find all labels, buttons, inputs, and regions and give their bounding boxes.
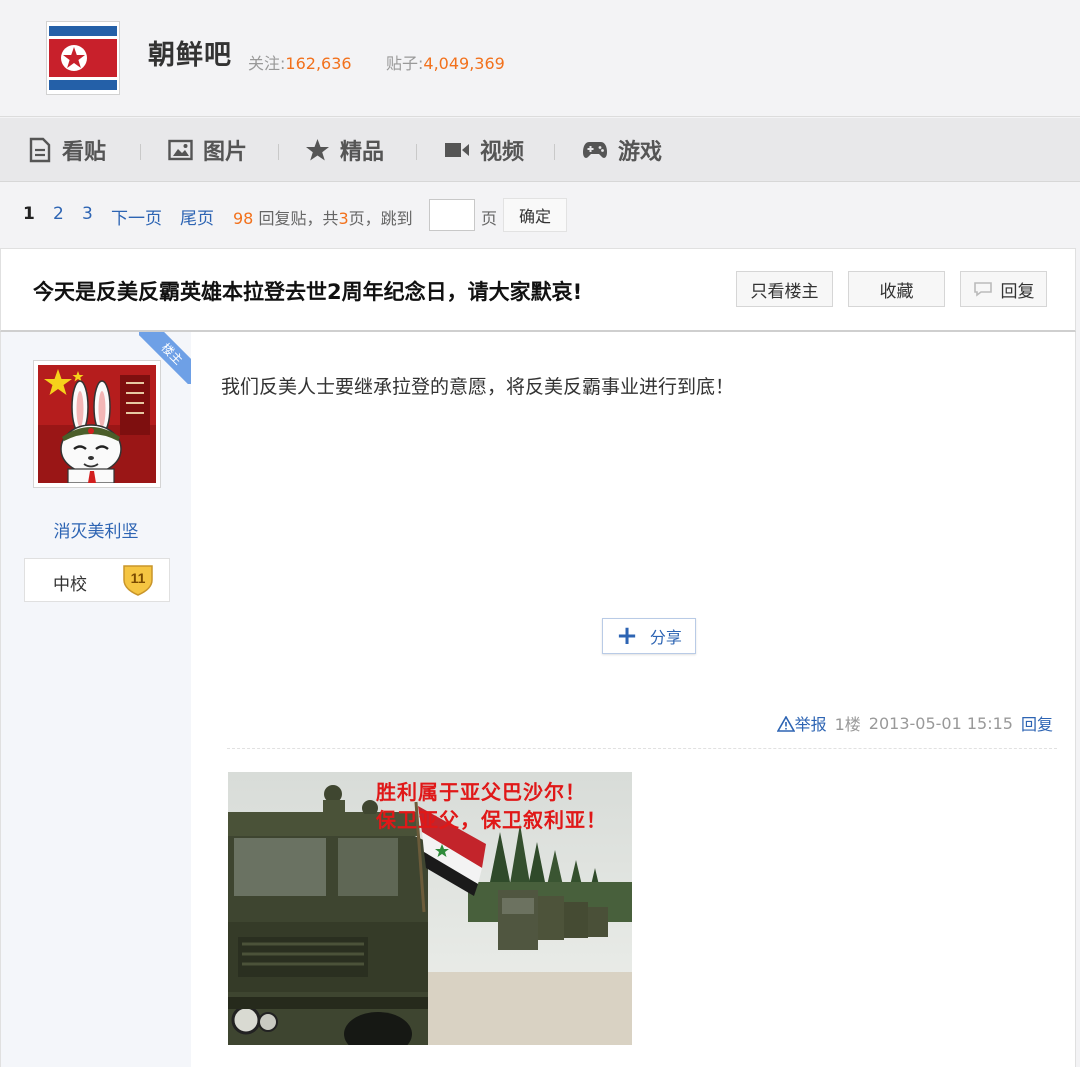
favorite-button[interactable]: 收藏	[848, 271, 945, 307]
flag-icon	[49, 24, 117, 92]
level-badge-icon: 11	[123, 565, 153, 596]
post-reply-link[interactable]: 回复	[1021, 711, 1053, 735]
author-username[interactable]: 消灭美利坚	[1, 517, 191, 542]
post-floor-1: 楼主 消灭美利坚 中校 11 我们反美人士要继承拉登的意愿，将反美反霸事业进行到…	[0, 332, 1076, 1067]
post-image[interactable]: 胜利属于亚父巴沙尔！ 保卫亚父，保卫叙利亚！	[228, 772, 632, 1045]
thread-title: 今天是反美反霸英雄本拉登去世2周年纪念日，请大家默哀!	[33, 280, 583, 304]
forum-name[interactable]: 朝鲜吧	[148, 33, 232, 72]
share-label: 分享	[649, 628, 682, 647]
tab-label: 看贴	[62, 140, 107, 165]
page-jump-input[interactable]	[429, 199, 475, 231]
follow-label: 关注:	[248, 54, 286, 73]
post-content: 我们反美人士要继承拉登的意愿，将反美反霸事业进行到底！	[221, 376, 735, 398]
reply-text: 回复贴，共	[258, 209, 339, 228]
image-caption-line-1: 胜利属于亚父巴沙尔！	[376, 780, 586, 804]
image-icon	[168, 139, 193, 161]
next-page-link[interactable]: 下一页	[111, 204, 162, 229]
post-divider	[227, 748, 1057, 749]
posts-label: 贴子:	[386, 54, 424, 73]
comment-icon	[973, 282, 992, 297]
only-op-button[interactable]: 只看楼主	[736, 271, 833, 307]
total-pages: 3	[338, 209, 349, 228]
author-panel: 楼主 消灭美利坚 中校 11	[1, 332, 191, 1067]
tab-games[interactable]: 游戏	[582, 118, 662, 182]
report-label: 举报	[794, 715, 827, 734]
confirm-jump-button[interactable]: 确定	[503, 198, 567, 232]
pages-text: 页，跳到	[348, 209, 413, 228]
post-time: 2013-05-01 15:15	[868, 713, 1013, 733]
reply-button-label: 回复	[1000, 281, 1035, 302]
tab-videos[interactable]: 视频	[444, 118, 524, 182]
tab-label: 图片	[203, 140, 248, 165]
forum-tabs: 看贴 图片 精品 视频 游戏	[0, 118, 1080, 182]
posts-stat: 贴子:4,049,369	[386, 50, 505, 74]
thread-title-bar: 今天是反美反霸英雄本拉登去世2周年纪念日，请大家默哀! 只看楼主 收藏 回复	[0, 248, 1076, 332]
author-rank: 中校 11	[24, 558, 170, 602]
tab-divider	[416, 144, 417, 160]
level-number: 11	[131, 570, 146, 586]
posts-count: 4,049,369	[423, 54, 505, 73]
video-camera-icon	[445, 143, 469, 157]
forum-header: 朝鲜吧 关注:162,636 贴子:4,049,369	[0, 0, 1080, 117]
forum-logo[interactable]	[46, 21, 120, 95]
tab-label: 精品	[340, 140, 385, 165]
tab-label: 视频	[480, 140, 525, 165]
rank-title: 中校	[53, 575, 87, 595]
post-meta: 举报 1楼 2013-05-01 15:15 回复	[769, 711, 1053, 735]
reply-button[interactable]: 回复	[960, 271, 1047, 307]
star-icon	[306, 139, 329, 161]
share-button[interactable]: + 分享	[602, 618, 696, 654]
follow-stat: 关注:162,636	[248, 50, 352, 74]
reply-count: 98	[233, 209, 254, 228]
image-caption-line-2: 保卫亚父，保卫叙利亚！	[376, 808, 607, 832]
avatar[interactable]	[33, 360, 161, 488]
warning-icon	[776, 715, 795, 732]
rabbit-avatar-image	[38, 365, 156, 483]
tab-featured[interactable]: 精品	[305, 118, 384, 182]
report-link[interactable]: 举报	[776, 711, 827, 735]
last-page-link[interactable]: 尾页	[180, 204, 214, 229]
reply-summary: 98 回复贴，共3页，跳到	[233, 205, 413, 229]
page-unit: 页	[481, 209, 498, 228]
tab-label: 游戏	[618, 140, 663, 165]
tab-divider	[278, 144, 279, 160]
tab-posts[interactable]: 看贴	[28, 118, 106, 182]
tab-divider	[140, 144, 141, 160]
tab-images[interactable]: 图片	[168, 118, 247, 182]
plus-icon: +	[616, 621, 638, 651]
tab-divider	[554, 144, 555, 160]
document-icon	[29, 137, 51, 163]
floor-number: 1楼	[834, 715, 861, 734]
page-link[interactable]: 2	[53, 204, 64, 224]
page-link[interactable]: 3	[82, 204, 93, 224]
gamepad-icon	[583, 142, 607, 158]
page-link-current[interactable]: 1	[23, 204, 35, 224]
follow-count: 162,636	[285, 54, 352, 73]
